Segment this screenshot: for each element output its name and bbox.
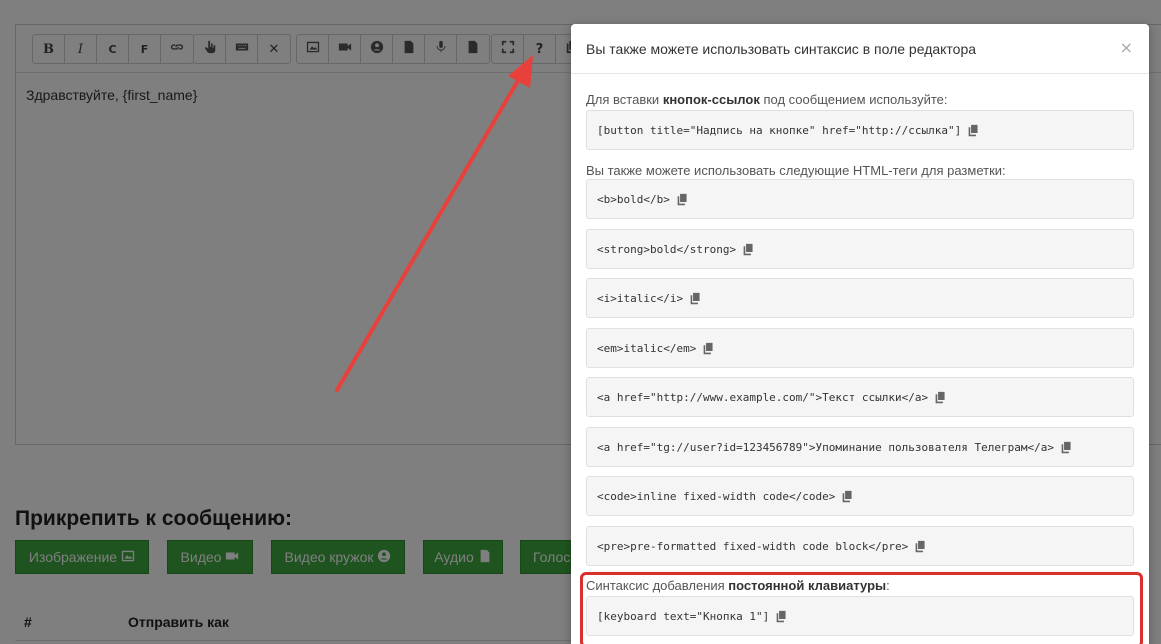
tag-code: <b>bold</b> — [597, 192, 670, 206]
buttons-label: Для вставки кнопок-ссылок под сообщением… — [586, 92, 948, 107]
tag-code: <i>italic</i> — [597, 291, 684, 305]
keyboard-highlight-box — [580, 572, 1143, 644]
tag-code-box[interactable]: <a href="tg://user?id=123456789">Упомина… — [586, 427, 1134, 467]
tag-code-box[interactable]: <em>italic</em> — [586, 328, 1134, 368]
copy-icon[interactable] — [689, 292, 702, 305]
buttons-label-post: под сообщением используйте: — [759, 92, 948, 107]
tag-code: <a href="http://www.example.com/">Текст … — [597, 390, 929, 404]
buttons-label-pre: Для вставки — [586, 92, 663, 107]
copy-icon[interactable] — [742, 243, 755, 256]
modal-title: Вы также можете использовать синтаксис в… — [586, 40, 977, 57]
tag-code-box[interactable]: <code>inline fixed-width code</code> — [586, 476, 1134, 516]
copy-icon[interactable] — [676, 193, 689, 206]
copy-icon[interactable] — [934, 391, 947, 404]
tag-code: <code>inline fixed-width code</code> — [597, 489, 836, 503]
button-code-box[interactable]: [button title="Надпись на кнопке" href="… — [586, 110, 1134, 150]
copy-icon[interactable] — [702, 342, 715, 355]
tag-code-box[interactable]: <b>bold</b> — [586, 179, 1134, 219]
modal-header: Вы также можете использовать синтаксис в… — [571, 24, 1149, 74]
tag-code-box[interactable]: <i>italic</i> — [586, 278, 1134, 318]
copy-icon[interactable] — [1060, 441, 1073, 454]
tag-code: <strong>bold</strong> — [597, 242, 737, 256]
buttons-label-bold: кнопок-ссылок — [662, 92, 760, 107]
tag-code: <em>italic</em> — [597, 341, 697, 355]
tag-code: <a href="tg://user?id=123456789">Упомина… — [597, 440, 1054, 454]
html-tags-label: Вы также можете использовать следующие H… — [586, 163, 1006, 178]
copy-icon[interactable] — [967, 124, 980, 137]
tag-code-box[interactable]: <pre>pre-formatted fixed-width code bloc… — [586, 526, 1134, 566]
button-code: [button title="Надпись на кнопке" href="… — [597, 123, 962, 137]
tag-code-box[interactable]: <a href="http://www.example.com/">Текст … — [586, 377, 1134, 417]
syntax-help-modal: Вы также можете использовать синтаксис в… — [571, 24, 1149, 644]
copy-icon[interactable] — [841, 490, 854, 503]
close-button[interactable]: × — [1120, 38, 1133, 57]
tag-code: <pre>pre-formatted fixed-width code bloc… — [597, 539, 909, 553]
tag-code-box[interactable]: <strong>bold</strong> — [586, 229, 1134, 269]
copy-icon[interactable] — [914, 540, 927, 553]
